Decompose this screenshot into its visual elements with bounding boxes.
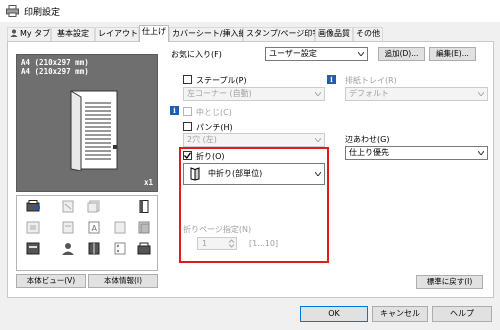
fold-section-highlight (179, 147, 329, 263)
edge-alignment-label: 辺あわせ(G) (345, 135, 390, 144)
output-tray-label: 排紙トレイ(R) (345, 76, 397, 85)
punch-holes-value: 2穴 (左) (187, 135, 217, 144)
chevron-down-icon (358, 52, 364, 56)
tab-image-quality[interactable]: 画像品質 (315, 27, 353, 41)
info-icon: i (327, 75, 336, 84)
tab-finishing[interactable]: 仕上げ (139, 25, 169, 42)
saddle-stitch-checkbox (183, 107, 192, 116)
punch-checkbox[interactable] (183, 122, 192, 131)
tab-my-label: My タブ (20, 29, 51, 38)
restore-defaults-button[interactable]: 標準に戻す(I) (416, 275, 483, 289)
preview-scale: x1 (143, 178, 153, 187)
punch-holes-select: 2穴 (左) (183, 133, 325, 147)
edge-alignment-select[interactable]: 仕上り優先 (345, 146, 488, 160)
staple-checkbox[interactable] (183, 75, 192, 84)
staple-label: ステープル(P) (196, 76, 247, 85)
printer-info-button[interactable]: 本体情報(I) (88, 274, 158, 288)
edit-favorite-button[interactable]: 編集(E)... (429, 47, 476, 61)
favorites-value: ユーザー設定 (269, 49, 317, 58)
output-tray-select: デフォルト (345, 87, 488, 101)
punch-icon (113, 242, 127, 255)
saddle-stitch-label: 中とじ(C) (196, 108, 232, 117)
ok-button[interactable]: OK (300, 306, 368, 322)
preview-area: A4 (210x297 mm) A4 (210x297 mm) x1 (16, 54, 158, 192)
tab-basic[interactable]: 基本設定 (51, 27, 95, 41)
paper-stack-icon (87, 200, 101, 213)
device-options-grid: A (16, 195, 158, 271)
chevron-down-icon (315, 92, 321, 96)
edge-alignment-value: 仕上り優先 (349, 148, 389, 157)
staple-position-value: 左コーナー (自動) (187, 89, 252, 98)
print-settings-window: 印刷設定 My タブ 基本設定 レイアウト 仕上げ カバーシート/挿入紙 スタン… (0, 0, 500, 330)
punch-label: パンチ(H) (196, 123, 233, 132)
printer-icon (6, 5, 19, 17)
duplex-icon (26, 221, 40, 234)
chevron-down-icon (478, 92, 484, 96)
favorites-select[interactable]: ユーザー設定 (265, 47, 368, 61)
tab-other[interactable]: その他 (353, 27, 383, 41)
window-title: 印刷設定 (24, 8, 61, 18)
tab-bar: My タブ 基本設定 レイアウト 仕上げ カバーシート/挿入紙 スタンプ/ページ… (0, 25, 500, 42)
info-icon: i (170, 106, 179, 115)
add-favorite-button[interactable]: 追加(D)... (378, 47, 425, 61)
preview-paper-size: A4 (210x297 mm) (21, 58, 89, 67)
help-button[interactable]: ヘルプ (432, 306, 492, 322)
folded-page-icon (113, 221, 127, 234)
text-page-icon: A (87, 221, 101, 234)
folded-booklet-preview (70, 90, 118, 171)
printer-view-button[interactable]: 本体ビュー(V) (16, 274, 86, 288)
sort-icon (61, 221, 75, 234)
title-bar: 印刷設定 (0, 0, 500, 22)
booklet-icon (87, 242, 101, 255)
stacked-output-icon (137, 221, 151, 234)
chevron-down-icon (315, 138, 321, 142)
tab-stamp[interactable]: スタンプ/ページ印字 (243, 27, 320, 41)
staple-position-select: 左コーナー (自動) (183, 87, 325, 101)
output-tray-icon (137, 242, 151, 255)
svg-text:A: A (92, 224, 98, 233)
chevron-down-icon (478, 151, 484, 155)
user-auth-icon (61, 242, 75, 255)
tray-cassette-icon (26, 242, 40, 255)
cancel-button[interactable]: キャンセル (372, 306, 428, 322)
output-tray-value: デフォルト (349, 89, 389, 98)
finisher-icon (137, 200, 151, 213)
user-icon (10, 29, 18, 37)
tab-layout[interactable]: レイアウト (95, 27, 139, 41)
printer-body-icon[interactable] (26, 200, 40, 213)
tab-cover-sheet[interactable]: カバーシート/挿入紙 (169, 27, 247, 41)
tab-my[interactable]: My タブ (7, 27, 51, 41)
preview-output-size: A4 (210x297 mm) (21, 67, 89, 76)
tray-icon (61, 200, 75, 213)
favorites-label: お気に入り(F) (171, 50, 222, 59)
